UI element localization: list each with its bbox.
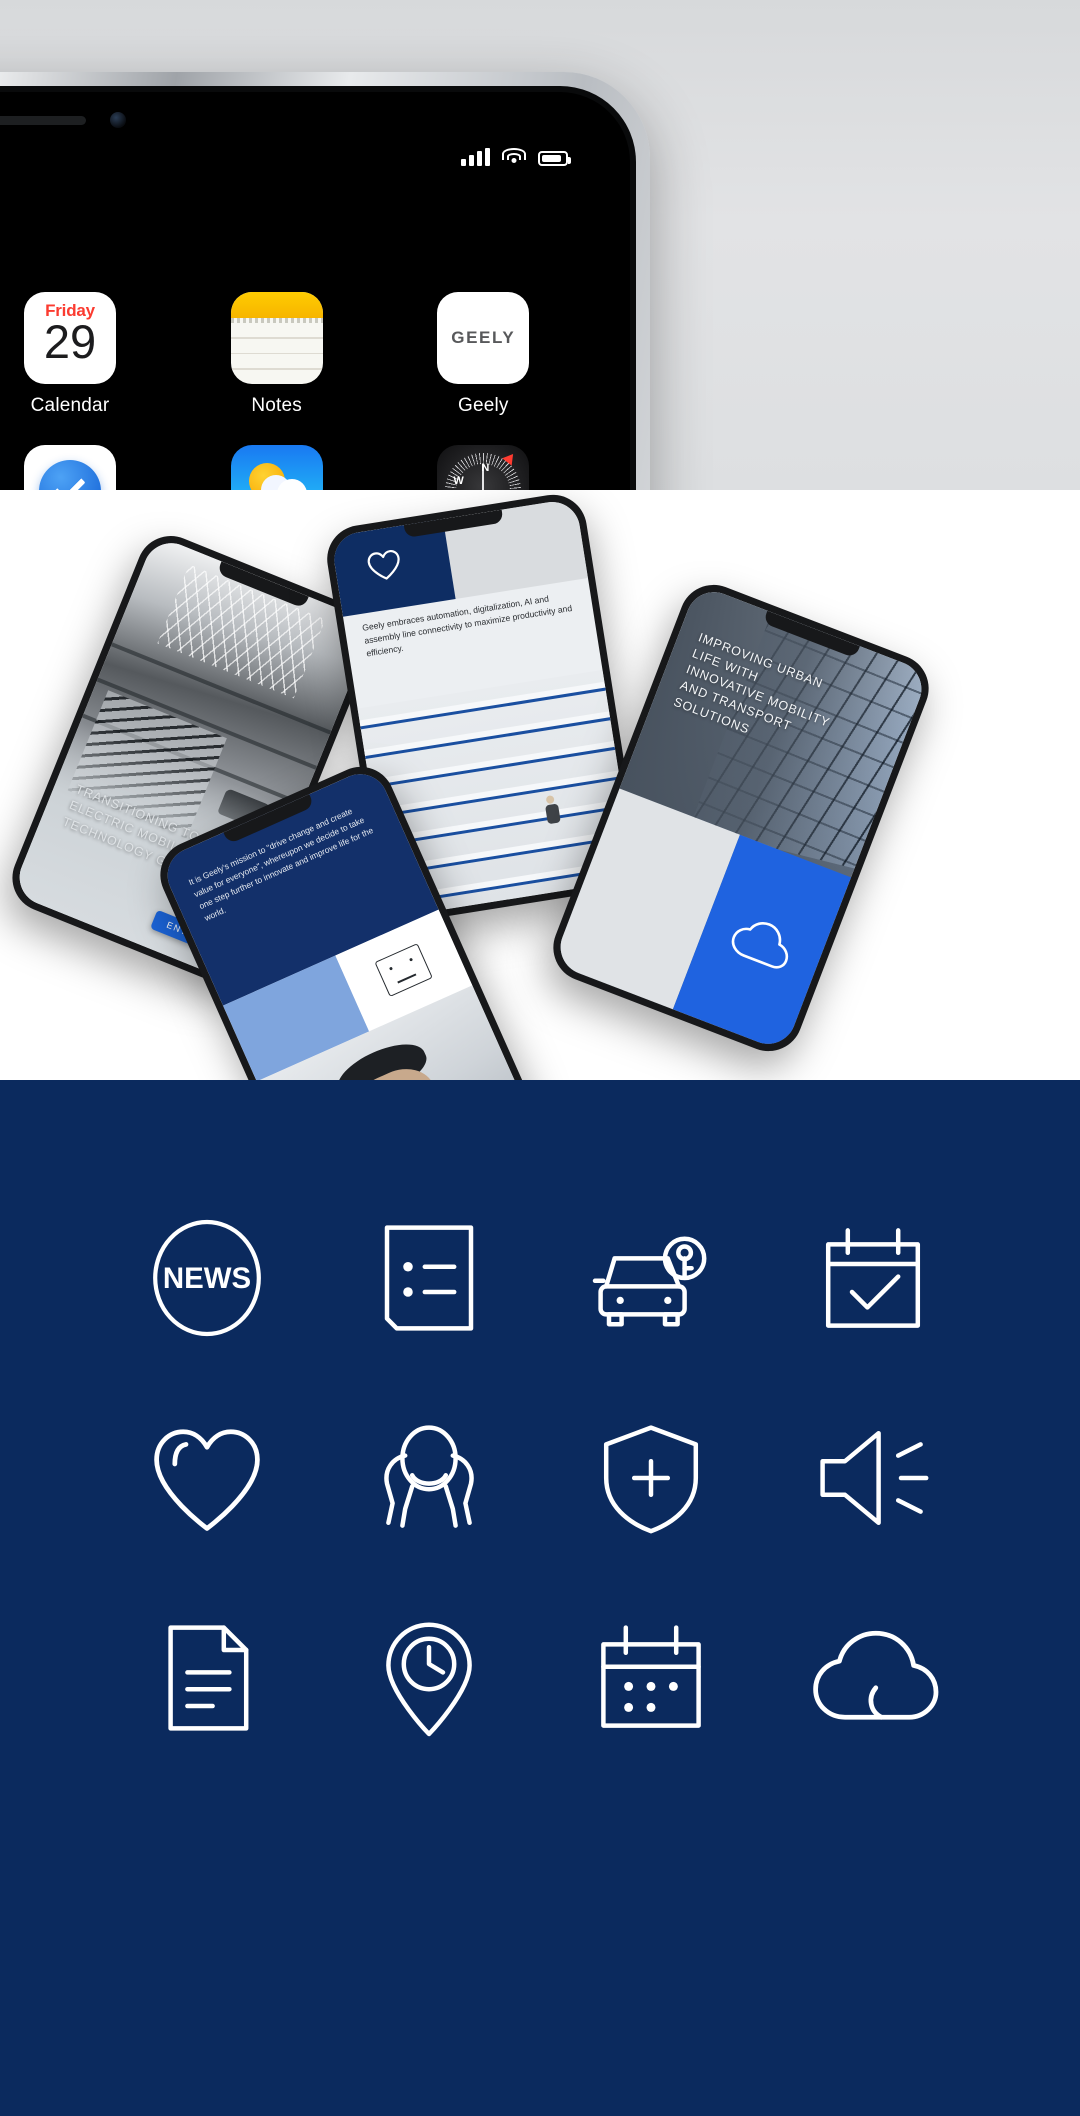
- heart-outline-icon: [367, 550, 400, 580]
- app-calendar[interactable]: Friday 29 Calendar: [6, 292, 134, 417]
- location-clock-icon[interactable]: [359, 1608, 499, 1748]
- mockup-showcase-section: TRANSITIONING TO ELECTRIC MOBILITY TECHN…: [0, 490, 1080, 1080]
- compass-icon[interactable]: N S E W: [437, 445, 530, 490]
- speaker-announce-icon[interactable]: [803, 1408, 943, 1548]
- face-note-icon: [374, 943, 434, 998]
- geely-wordmark: GEELY: [451, 328, 516, 347]
- daylist-checkmark-icon[interactable]: [24, 445, 116, 490]
- app-grid: Friday 29 Calendar Notes GEELY Geely N W: [6, 292, 626, 490]
- icon-grid: NEWS: [96, 1178, 984, 1778]
- app-geely[interactable]: GEELY Geely: [419, 292, 547, 417]
- home-screen-section: Friday 29 Calendar Notes GEELY Geely N W: [0, 0, 1080, 490]
- app-compass[interactable]: N S E W Compass: [419, 445, 547, 490]
- calendar-day-number: 29: [43, 315, 97, 368]
- calendar-icon[interactable]: Friday 29: [24, 292, 116, 384]
- app-label-notes: Notes: [251, 395, 302, 416]
- document-lines-icon[interactable]: [137, 1608, 277, 1748]
- app-notes[interactable]: Notes: [213, 292, 341, 417]
- earpiece-speaker-icon: [0, 116, 86, 125]
- car-key-icon[interactable]: [581, 1208, 721, 1348]
- status-bar: [461, 148, 571, 166]
- helping-hands-icon[interactable]: [359, 1408, 499, 1548]
- app-weather[interactable]: Weather: [213, 445, 341, 490]
- app-daylist[interactable]: Daylist: [6, 445, 134, 490]
- cloud-outline-icon[interactable]: [803, 1608, 943, 1748]
- icon-library-section: NEWS: [0, 1080, 1080, 2116]
- notch: [0, 92, 186, 148]
- notes-icon[interactable]: [230, 292, 323, 384]
- app-label-calendar: Calendar: [30, 395, 110, 416]
- geely-icon[interactable]: GEELY: [437, 292, 530, 384]
- battery-icon: [538, 151, 571, 166]
- app-label-geely: Geely: [458, 395, 509, 416]
- calendar-dots-icon[interactable]: [581, 1608, 721, 1748]
- shield-plus-icon[interactable]: [581, 1408, 721, 1548]
- phone-screen: Friday 29 Calendar Notes GEELY Geely N W: [0, 92, 630, 490]
- calendar-check-icon[interactable]: [803, 1208, 943, 1348]
- weather-sun-cloud-icon[interactable]: [230, 445, 323, 490]
- cellular-bars-icon: [461, 148, 490, 166]
- compass-west-label: W: [453, 475, 464, 487]
- news-circle-icon[interactable]: NEWS: [137, 1208, 277, 1348]
- heart-outline-icon[interactable]: [137, 1408, 277, 1548]
- wifi-icon: [502, 148, 526, 166]
- list-document-icon[interactable]: [359, 1208, 499, 1348]
- cloud-outline-icon: [731, 922, 789, 969]
- front-camera-icon: [110, 112, 126, 128]
- news-label: NEWS: [163, 1262, 251, 1295]
- compass-north-label: N: [481, 462, 490, 474]
